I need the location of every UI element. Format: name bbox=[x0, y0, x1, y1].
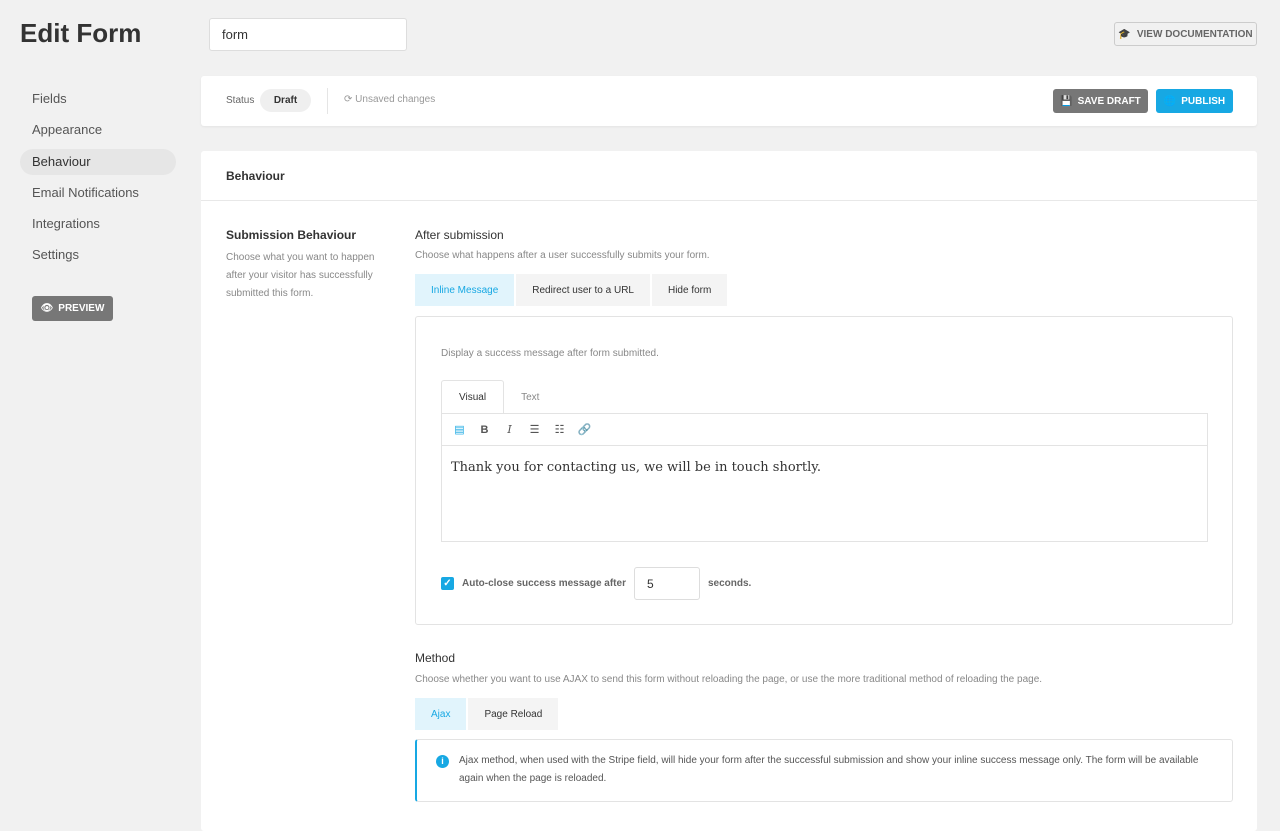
behaviour-panel: Behaviour Submission Behaviour Choose wh… bbox=[201, 151, 1257, 831]
inline-message-description: Display a success message after form sub… bbox=[441, 348, 659, 359]
eye-icon: 👁 bbox=[40, 303, 54, 314]
tab-ajax[interactable]: Ajax bbox=[415, 698, 467, 730]
link-icon[interactable]: 🔗 bbox=[577, 423, 592, 436]
ajax-notice: i Ajax method, when used with the Stripe… bbox=[415, 739, 1233, 802]
bold-icon[interactable]: B bbox=[477, 424, 492, 436]
sidebar: Fields Appearance Behaviour Email Notifi… bbox=[20, 86, 176, 274]
unsaved-indicator: ⟳ Unsaved changes bbox=[344, 94, 436, 105]
view-documentation-button[interactable]: 🎓 VIEW DOCUMENTATION bbox=[1114, 22, 1257, 46]
tab-hide-form[interactable]: Hide form bbox=[651, 274, 728, 306]
sidebar-item-appearance[interactable]: Appearance bbox=[20, 117, 176, 143]
numbered-list-icon[interactable]: ☷ bbox=[552, 423, 567, 436]
status-label: Status bbox=[226, 95, 255, 106]
editor-content[interactable]: Thank you for contacting us, we will be … bbox=[442, 446, 1207, 489]
floppy-icon: 💾 bbox=[1060, 95, 1073, 107]
tab-inline-message[interactable]: Inline Message bbox=[415, 274, 515, 306]
editor-toolbar: ▤ B I ☰ ☷ 🔗 bbox=[442, 414, 1207, 446]
divider bbox=[201, 200, 1257, 201]
divider bbox=[327, 88, 328, 114]
save-draft-button[interactable]: 💾 SAVE DRAFT bbox=[1053, 89, 1148, 113]
italic-icon[interactable]: I bbox=[502, 423, 517, 436]
status-badge: Draft bbox=[260, 89, 311, 112]
after-submission-description: Choose what happens after a user success… bbox=[415, 250, 710, 261]
format-icon[interactable]: ▤ bbox=[452, 423, 467, 436]
tab-visual[interactable]: Visual bbox=[441, 380, 505, 414]
autoclose-row: ✓ Auto-close success message after 5 sec… bbox=[441, 567, 751, 600]
rich-text-editor: ▤ B I ☰ ☷ 🔗 Thank you for contacting us,… bbox=[441, 413, 1208, 542]
method-title: Method bbox=[415, 651, 456, 665]
tab-text[interactable]: Text bbox=[504, 380, 556, 414]
globe-icon: 🌐 bbox=[1163, 95, 1177, 107]
autoclose-checkbox[interactable]: ✓ bbox=[441, 577, 454, 590]
page-title: Edit Form bbox=[20, 18, 142, 48]
after-submission-title: After submission bbox=[415, 228, 504, 242]
autoclose-seconds-input[interactable]: 5 bbox=[633, 567, 700, 600]
refresh-icon: ⟳ bbox=[344, 94, 356, 105]
tab-redirect-url[interactable]: Redirect user to a URL bbox=[516, 274, 650, 306]
section-description: Choose what you want to happen after you… bbox=[226, 252, 375, 299]
sidebar-item-settings[interactable]: Settings bbox=[20, 242, 176, 268]
sidebar-item-integrations[interactable]: Integrations bbox=[20, 211, 176, 237]
editor-tabs: Visual Text bbox=[441, 380, 556, 414]
info-icon: i bbox=[436, 755, 449, 768]
sidebar-item-behaviour[interactable]: Behaviour bbox=[20, 148, 176, 175]
bullet-list-icon[interactable]: ☰ bbox=[527, 423, 542, 436]
method-description: Choose whether you want to use AJAX to s… bbox=[415, 674, 1043, 685]
preview-button[interactable]: 👁 PREVIEW bbox=[32, 296, 113, 321]
sidebar-item-fields[interactable]: Fields bbox=[20, 86, 176, 112]
autoclose-label: Auto-close success message after bbox=[462, 578, 626, 589]
panel-title: Behaviour bbox=[226, 169, 285, 183]
inline-message-box: Display a success message after form sub… bbox=[415, 316, 1233, 625]
section-title: Submission Behaviour bbox=[226, 228, 357, 242]
autoclose-unit: seconds. bbox=[707, 578, 752, 589]
form-name-input[interactable] bbox=[209, 18, 407, 51]
after-submission-tabs: Inline Message Redirect user to a URL Hi… bbox=[415, 274, 728, 306]
graduation-cap-icon: 🎓 bbox=[1118, 28, 1131, 40]
method-tabs: Ajax Page Reload bbox=[415, 698, 559, 730]
publish-button[interactable]: 🌐 PUBLISH bbox=[1156, 89, 1233, 113]
sidebar-item-email-notifications[interactable]: Email Notifications bbox=[20, 180, 176, 206]
status-bar: Status Draft ⟳ Unsaved changes 💾 SAVE DRA… bbox=[201, 76, 1257, 126]
tab-page-reload[interactable]: Page Reload bbox=[468, 698, 559, 730]
